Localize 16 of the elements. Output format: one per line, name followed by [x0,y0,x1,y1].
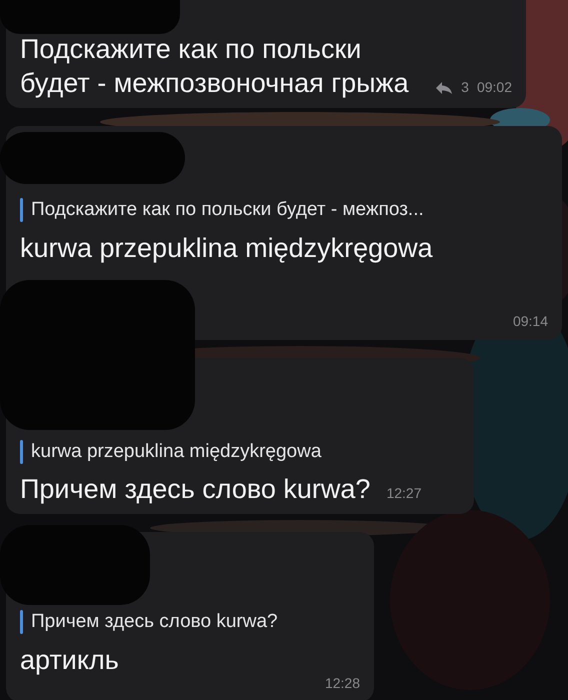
quoted-text: Причем здесь слово kurwa? [31,610,278,634]
reply-arrow-icon [435,80,454,94]
forward-count: 3 [461,78,469,97]
quote-bar [20,198,23,222]
message-text: Причем здесь слово kurwa? [20,473,370,506]
message-time: 09:14 [512,312,548,330]
message-time: 12:28 [324,674,360,692]
quote-bar [20,610,23,634]
quoted-text: Подскажите как по польски будет - межпоз... [31,198,424,222]
quote-bar [20,440,23,464]
message-time: 09:02 [476,78,512,97]
message-text: артикль [20,644,120,676]
message-text: kurwa przepuklina międzykręgowa [20,232,434,264]
message-text: Подскажите как по польски будет - межпозвоночная грыжа [20,33,410,100]
quoted-text: kurwa przepuklina międzykręgowa [31,440,322,464]
message-time: 12:27 [386,484,422,503]
